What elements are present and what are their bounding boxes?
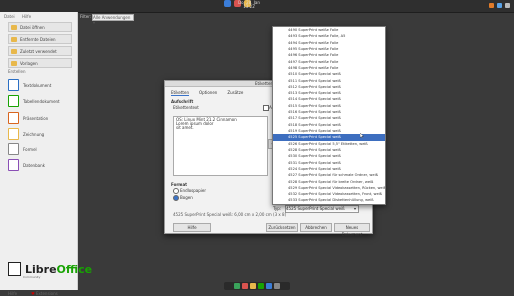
menu-bar: Datei Hilfe: [4, 14, 37, 19]
filter-value: Alle Anwendungen: [93, 15, 131, 20]
terminal-icon[interactable]: [274, 283, 280, 289]
tab-labels[interactable]: Etiketten: [171, 90, 189, 96]
libreoffice-icon: [8, 262, 21, 276]
format-section: Format: [171, 182, 188, 187]
bottom-links: Hilfe ♥ Extensions: [8, 291, 58, 296]
libreoffice-logo: LibreOffice: [8, 262, 92, 276]
clock[interactable]: Do. 28. Jan 13:22: [234, 1, 264, 9]
filter-label: Filter:: [80, 14, 92, 19]
draw-label: Zeichnung: [23, 131, 45, 137]
create-section-label: Erstellen: [8, 69, 26, 74]
dropdown-list-item[interactable]: 4528 SuperPrint Special für breite Ordne…: [273, 179, 385, 185]
label-text-field[interactable]: OS: Linux Mint 21.2 Cinnamon Lorem ipsum…: [173, 116, 268, 176]
folder-icon: [11, 36, 17, 42]
app-icon[interactable]: [242, 283, 248, 289]
templates-button[interactable]: Vorlagen: [8, 58, 72, 68]
dropdown-list-item[interactable]: 4533 SuperPrint Special Diskettenhüllung…: [273, 197, 385, 203]
menu-help[interactable]: Hilfe: [22, 14, 31, 19]
create-calc[interactable]: Tabellendokument: [8, 95, 60, 107]
create-impress[interactable]: Präsentation: [8, 112, 48, 124]
inscription-section: Aufschrift: [171, 99, 194, 104]
taskbar-dock: [224, 282, 290, 290]
start-center-sidebar: Datei Hilfe Datei öffnen Entfernte Datei…: [0, 12, 92, 296]
sheet-label: Bogen: [180, 195, 193, 200]
menu-file[interactable]: Datei: [4, 14, 15, 19]
sheet-radio[interactable]: [173, 195, 179, 201]
type-dropdown[interactable]: 4525 SuperPrint Special weiß ▾: [285, 205, 359, 213]
label-text-caption: Etikettentext: [173, 105, 199, 110]
create-base[interactable]: Datenbank: [8, 159, 45, 171]
base-label: Datenbank: [23, 162, 45, 168]
type-field-label: Typ:: [273, 206, 282, 211]
dialog-title: Etiketten: [255, 81, 273, 86]
system-tray: [489, 3, 510, 8]
app-icon[interactable]: [224, 0, 231, 7]
update-icon[interactable]: [489, 3, 494, 8]
label-text-line: sit amet.: [176, 125, 194, 130]
create-math[interactable]: Formel: [8, 143, 37, 155]
impress-label: Präsentation: [23, 115, 49, 121]
libreoffice-icon[interactable]: [258, 283, 264, 289]
tab-options[interactable]: Optionen: [199, 90, 217, 96]
templates-label: Vorlagen: [20, 60, 38, 66]
reset-button[interactable]: Zurücksetzen: [266, 223, 298, 232]
create-writer[interactable]: Textdokument: [8, 79, 51, 91]
recent-documents-label: Zuletzt verwendet: [20, 48, 57, 54]
continuous-radio[interactable]: [173, 188, 179, 194]
base-icon: [8, 159, 19, 171]
filter-dropdown[interactable]: Alle Anwendungen ▾: [92, 14, 134, 25]
continuous-label: Endlospapier: [180, 188, 206, 193]
heart-icon: ♥: [31, 291, 35, 296]
calc-icon: [8, 95, 19, 107]
extensions-link[interactable]: ♥ Extensions: [31, 291, 58, 296]
draw-icon: [8, 128, 19, 140]
brand-subtitle: Community: [23, 275, 41, 279]
calc-label: Tabellendokument: [23, 98, 60, 104]
type-value: 4525 SuperPrint Special weiß: [286, 206, 345, 211]
writer-label: Textdokument: [23, 82, 52, 88]
open-file-label: Datei öffnen: [20, 24, 45, 30]
label-type-dropdown-list[interactable]: 4490 SuperPrint weiße Folie 4493 SuperPri…: [272, 26, 386, 205]
volume-icon[interactable]: [505, 3, 510, 8]
brand-office: Office: [56, 262, 93, 276]
remote-files-label: Entfernte Dateien: [20, 36, 56, 42]
extensions-label: Extensions: [35, 291, 58, 296]
help-button[interactable]: Hilfe: [173, 223, 211, 232]
mouse-cursor-icon: [360, 133, 364, 138]
brand-libre: Libre: [25, 262, 57, 276]
folder-icon: [11, 48, 17, 54]
files-icon[interactable]: [250, 283, 256, 289]
label-size-status: 4525 SuperPrint Special weiß: 6,00 cm x …: [173, 212, 287, 217]
app-icon[interactable]: [266, 283, 272, 289]
new-document-button[interactable]: Neues Dokument: [334, 223, 370, 237]
menu-icon[interactable]: [234, 283, 240, 289]
recent-documents-button[interactable]: Zuletzt verwendet: [8, 46, 72, 56]
writer-icon: [8, 79, 19, 91]
clock-time: 13:22: [243, 4, 255, 9]
help-link[interactable]: Hilfe: [8, 291, 17, 296]
remote-files-button[interactable]: Entfernte Dateien: [8, 34, 72, 44]
folder-icon: [11, 60, 17, 66]
dropdown-list-item[interactable]: 4527 SuperPrint Special für schmale Ordn…: [273, 172, 385, 178]
impress-icon: [8, 112, 19, 124]
math-icon: [8, 143, 19, 155]
network-icon[interactable]: [497, 3, 502, 8]
brand-name: LibreOffice: [25, 263, 92, 276]
dialog-tabs: Etiketten Optionen Zusätze: [171, 90, 243, 96]
folder-icon: [11, 24, 17, 30]
math-label: Formel: [23, 146, 37, 152]
tab-extras[interactable]: Zusätze: [227, 90, 243, 96]
chevron-down-icon: ▾: [353, 206, 356, 211]
cancel-button[interactable]: Abbrechen: [300, 223, 332, 232]
create-draw[interactable]: Zeichnung: [8, 128, 44, 140]
open-file-button[interactable]: Datei öffnen: [8, 22, 72, 32]
